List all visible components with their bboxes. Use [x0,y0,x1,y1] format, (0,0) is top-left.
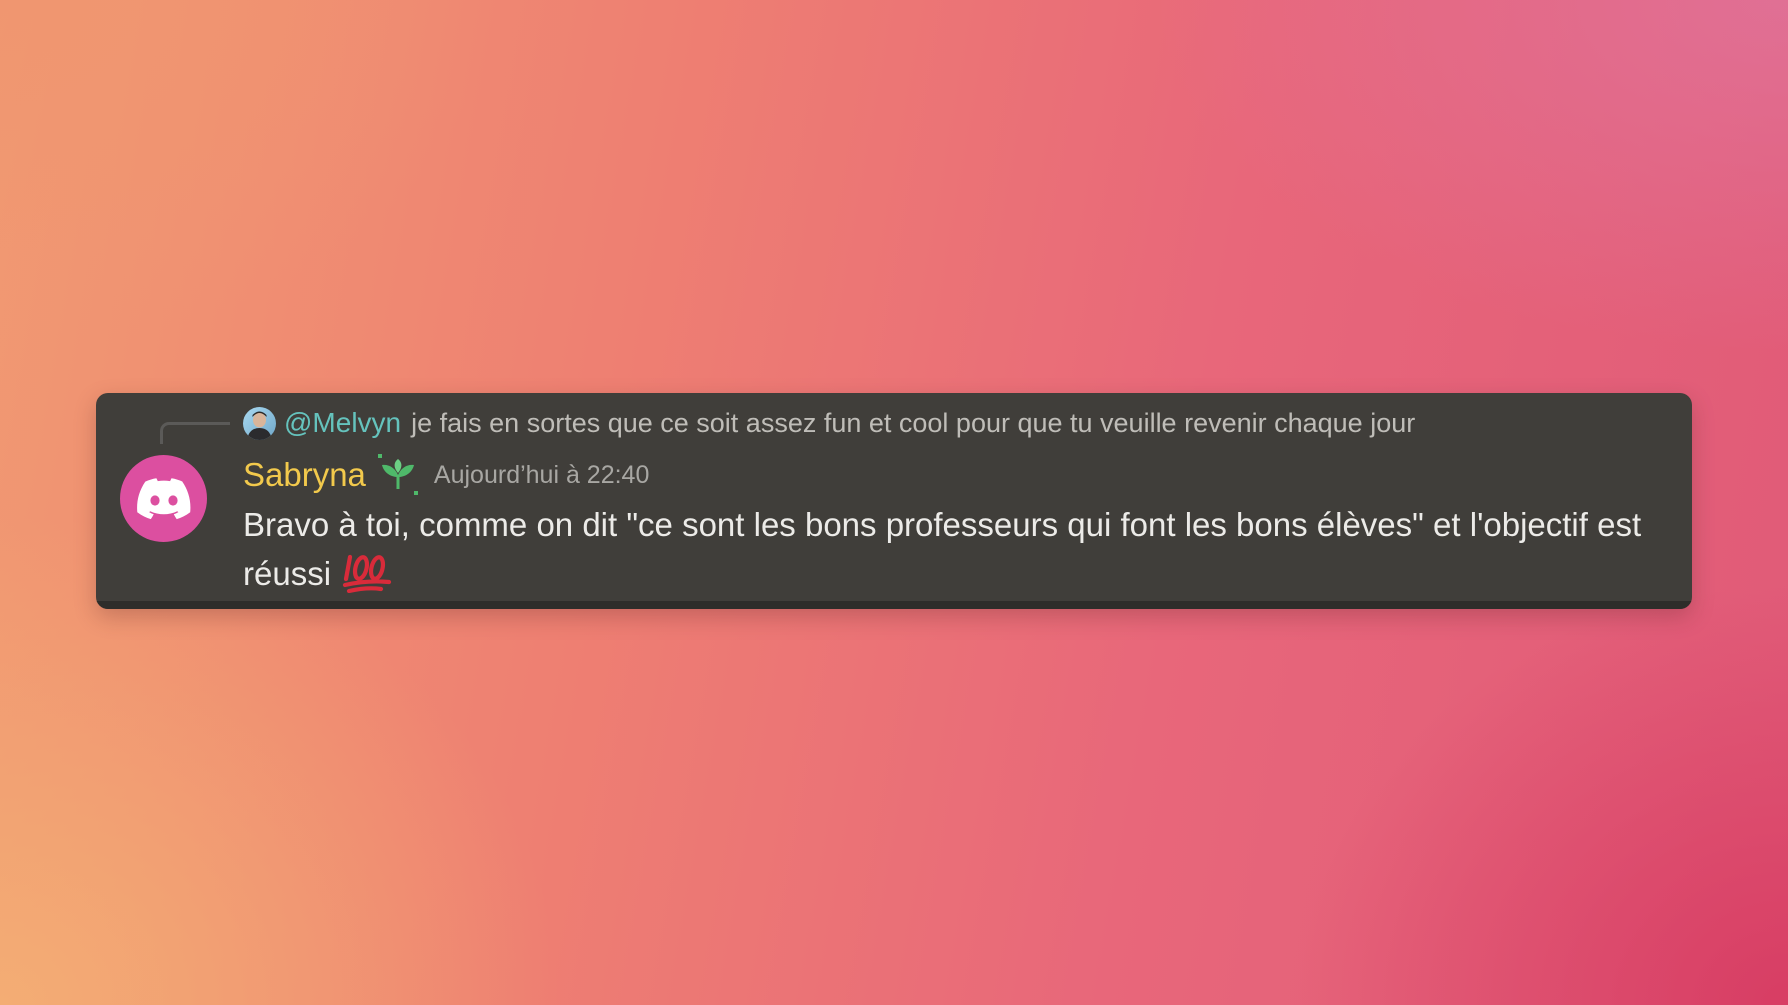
reply-mention[interactable]: @Melvyn [284,407,401,439]
reply-connector-line [160,422,230,444]
message-timestamp[interactable]: Aujourd’hui à 22:40 [434,461,649,490]
author-name[interactable]: Sabryna [243,456,366,494]
reply-preview[interactable]: @Melvyn je fais en sortes que ce soit as… [243,405,1415,441]
message-card: @Melvyn je fais en sortes que ce soit as… [96,393,1692,609]
reply-text[interactable]: je fais en sortes que ce soit assez fun … [411,408,1415,439]
message-line-2: réussi [243,549,1663,598]
message-content: Bravo à toi, comme on dit "ce sont les b… [243,500,1663,598]
message-line-1: Bravo à toi, comme on dit "ce sont les b… [243,506,1642,543]
sprout-icon[interactable] [376,453,420,497]
reply-user-avatar[interactable] [243,406,276,440]
discord-logo-icon[interactable] [120,455,207,542]
100-emoji-icon [341,549,393,594]
message-header: Sabryna Aujourd’hui à 22:40 [243,453,649,497]
card-bottom-edge [96,601,1692,609]
message-line-2-text: réussi [243,555,332,592]
